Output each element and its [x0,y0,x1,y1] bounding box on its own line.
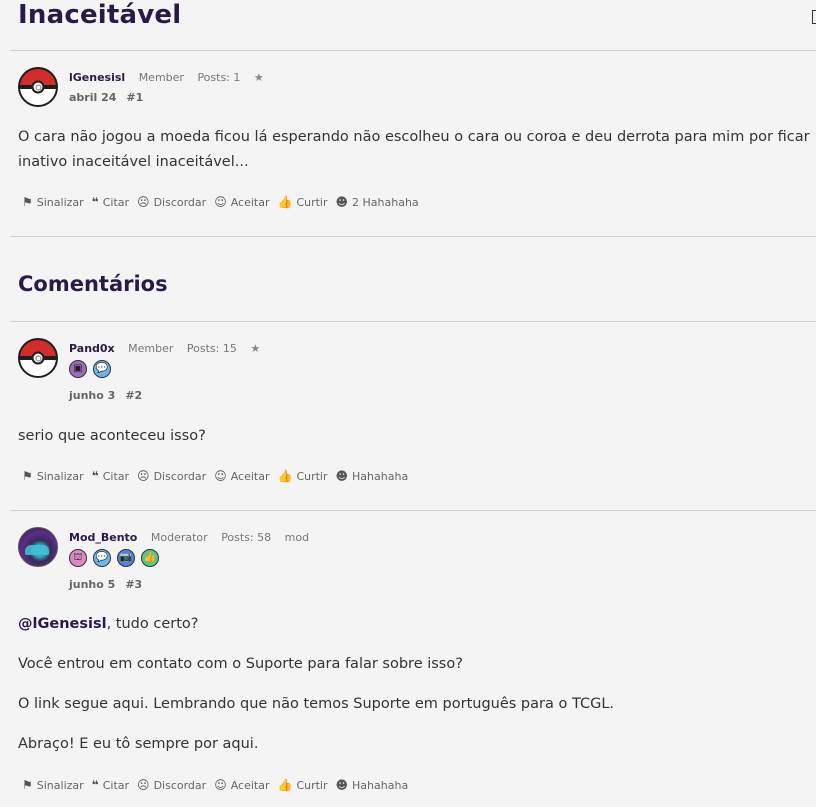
user-role: Moderator [150,531,208,544]
disagree-button[interactable]: ☹ Discordar [137,195,206,209]
comment-body-line: @lGenesisl, tudo certo? [18,616,199,632]
thumbs-up-icon: 👍 [277,469,293,483]
username-link[interactable]: Pand0x [69,342,115,355]
user-role: Member [128,342,174,355]
comment-date-row: junho 5 #3 [69,578,142,591]
options-icon[interactable] [812,10,816,24]
mod-tag: mod [284,531,310,544]
user-role: Member [138,71,184,84]
comments-heading: Comentários [18,272,168,296]
post-number-link[interactable]: #1 [126,91,143,104]
thumbs-up-icon: 👍 [277,195,293,209]
avatar[interactable] [18,338,58,378]
post-author-meta: lGenesisl Member Posts: 1 ★ [69,71,264,84]
thumbs-up-icon: 👍 [277,778,293,792]
flag-button[interactable]: ⚑ Sinalizar [22,778,84,792]
smile-face-icon: ☺ [214,195,227,209]
comment-author-meta: Pand0x Member Posts: 15 ★ [69,342,260,355]
avatar[interactable] [18,67,58,107]
laugh-face-icon: ☻ [335,778,349,792]
disagree-button[interactable]: ☹ Discordar [137,778,206,792]
discussion-title: Inaceitável [18,0,182,30]
laugh-face-icon: ☻ [335,469,349,483]
accept-button[interactable]: ☺ Aceitar [214,469,269,483]
quote-icon: ❝ [91,195,99,209]
laugh-button[interactable]: ☻ Hahahaha [336,469,409,483]
comment-body-line: Abraço! E eu tô sempre por aqui. [18,736,259,752]
flag-icon: ⚑ [22,778,33,792]
camera-badge-icon[interactable]: 📷 [117,549,135,567]
smile-face-icon: ☺ [214,469,227,483]
speech-badge-icon[interactable]: 💬 [93,360,111,378]
flag-button[interactable]: ⚑ Sinalizar [22,195,84,209]
user-badges: ▣ 💬 [69,360,111,378]
comment-body-line: O link segue aqui. Lembrando que não tem… [18,696,615,712]
quote-button[interactable]: ❝ Citar [92,195,129,209]
comment-date-link[interactable]: junho 5 [69,578,115,591]
username-link[interactable]: lGenesisl [69,71,125,84]
comment-date-link[interactable]: junho 3 [69,389,115,402]
flag-button[interactable]: ⚑ Sinalizar [22,469,84,483]
comment-number-link[interactable]: #2 [125,389,142,402]
username-link[interactable]: Mod_Bento [69,531,137,544]
post-count: Posts: 15 [186,342,237,355]
post-date-link[interactable]: abril 24 [69,91,116,104]
speech-badge-icon[interactable]: 💬 [93,549,111,567]
divider [10,236,816,237]
star-icon: ★ [250,342,261,355]
post-actions: ⚑ Sinalizar ❝ Citar ☹ Discordar ☺ Aceitar 👍 C… [22,195,427,209]
book-badge-icon[interactable]: ▣ [69,360,87,378]
like-button[interactable]: 👍 Curtir [277,195,327,209]
post-count: Posts: 1 [197,71,241,84]
comment-number-link[interactable]: #3 [125,578,142,591]
disagree-button[interactable]: ☹ Discordar [137,469,206,483]
laugh-button[interactable]: ☻ Hahahaha [336,778,409,792]
laugh-button[interactable]: ☻ 2 Hahahaha [336,195,419,209]
sad-face-icon: ☹ [137,778,150,792]
quote-button[interactable]: ❝ Citar [92,469,129,483]
post-body: O cara não jogou a moeda ficou lá espera… [18,129,810,170]
divider [10,510,816,511]
sad-face-icon: ☹ [137,469,150,483]
quote-icon: ❝ [91,778,99,792]
comment-author-meta: Mod_Bento Moderator Posts: 58 mod [69,531,309,544]
comment-actions: ⚑ Sinalizar ❝ Citar ☹ Discordar ☺ Aceitar 👍 C… [22,778,416,792]
quote-icon: ❝ [91,469,99,483]
sad-face-icon: ☹ [137,195,150,209]
laugh-face-icon: ☻ [335,195,349,209]
comment-body: serio que aconteceu isso? [18,428,206,444]
flag-icon: ⚑ [22,469,33,483]
avatar[interactable] [18,527,58,567]
flag-icon: ⚑ [22,195,33,209]
thumbs-up-badge-icon[interactable]: 👍 [141,549,159,567]
cake-badge-icon[interactable]: ⛫ [69,549,87,567]
user-badges: ⛫ 💬 📷 👍 [69,549,159,567]
comment-actions: ⚑ Sinalizar ❝ Citar ☹ Discordar ☺ Aceitar 👍 C… [22,469,416,483]
quote-button[interactable]: ❝ Citar [92,778,129,792]
post-date-row: abril 24 #1 [69,91,143,104]
comment-date-row: junho 3 #2 [69,389,142,402]
comment-body-line: Você entrou em contato com o Suporte par… [18,656,463,672]
divider [10,50,816,51]
accept-button[interactable]: ☺ Aceitar [214,195,269,209]
smile-face-icon: ☺ [214,778,227,792]
post-count: Posts: 58 [221,531,272,544]
accept-button[interactable]: ☺ Aceitar [214,778,269,792]
like-button[interactable]: 👍 Curtir [277,469,327,483]
mention-link[interactable]: @lGenesisl [18,616,107,632]
divider [10,321,816,322]
like-button[interactable]: 👍 Curtir [277,778,327,792]
star-icon: ★ [253,71,264,84]
